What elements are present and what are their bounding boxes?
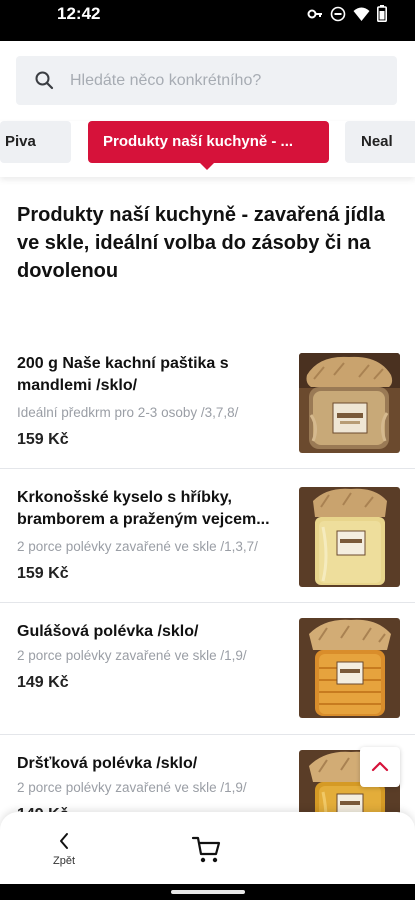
bottom-nav: Zpět [0,812,415,884]
tab-nealko-label: Neal [361,133,393,150]
tab-piva-label: Piva [5,133,36,150]
back-label: Zpět [52,855,75,867]
product-price: 149 Kč [17,674,69,691]
vpn-key-icon [307,6,323,27]
system-nav-bar [0,884,415,900]
cart-icon [191,836,221,863]
search-icon [34,70,54,90]
active-tab-pointer [199,162,215,170]
product-item[interactable]: Gulášová polévka /sklo/ 2 porce polévky … [0,603,415,735]
product-name: Dršťková polévka /sklo/ [17,755,198,772]
product-image-jar-pate [299,353,400,453]
tab-piva[interactable]: Piva [0,121,71,163]
category-tabs: Piva Produkty naší kuchyně - ... Neal [0,121,415,177]
dnd-icon [330,6,346,27]
chevron-left-icon [60,833,68,849]
status-time: 12:42 [57,4,101,23]
battery-icon [377,5,387,27]
search-bar [0,41,415,121]
status-icons [307,5,387,27]
product-item[interactable]: 200 g Naše kachní paštika s mandlemi /sk… [0,335,415,469]
cart-button[interactable] [190,832,224,866]
wifi-icon [353,6,370,27]
product-image-jar-kyselo [299,487,400,587]
product-description: 2 porce polévky zavařené ve skle /1,3,7/ [17,539,258,554]
product-price: 159 Kč [17,431,69,448]
status-bar: 12:42 [0,0,415,41]
app-screen: Piva Produkty naší kuchyně - ... Neal Pr… [0,41,415,884]
section-title: Produkty naší kuchyně - zavařená jídla v… [17,204,385,282]
product-image-jar-gulasova [299,618,400,718]
product-description: 2 porce polévky zavařené ve skle /1,9/ [17,780,247,795]
product-description: 2 porce polévky zavařené ve skle /1,9/ [17,648,247,663]
product-name: Krkonošské kyselo s hříbky, bramborem a … [17,489,270,528]
product-item[interactable]: Krkonošské kyselo s hříbky, bramborem a … [0,469,415,603]
back-button[interactable]: Zpět [42,828,86,872]
tab-active-label: Produkty naší kuchyně - ... [103,133,294,150]
search-input[interactable] [70,56,390,105]
scroll-to-top-button[interactable] [360,747,400,787]
product-name: 200 g Naše kachní paštika s mandlemi /sk… [17,355,229,394]
search-box[interactable] [16,56,397,105]
home-indicator[interactable] [171,890,245,894]
product-name: Gulášová polévka /sklo/ [17,623,199,640]
product-price: 159 Kč [17,565,69,582]
chevron-up-icon [371,761,389,772]
tab-produkty-nasi-kuchyne[interactable]: Produkty naší kuchyně - ... [88,121,329,163]
product-description: Ideální předkrm pro 2-3 osoby /3,7,8/ [17,405,239,420]
tab-nealko[interactable]: Neal [345,121,415,163]
